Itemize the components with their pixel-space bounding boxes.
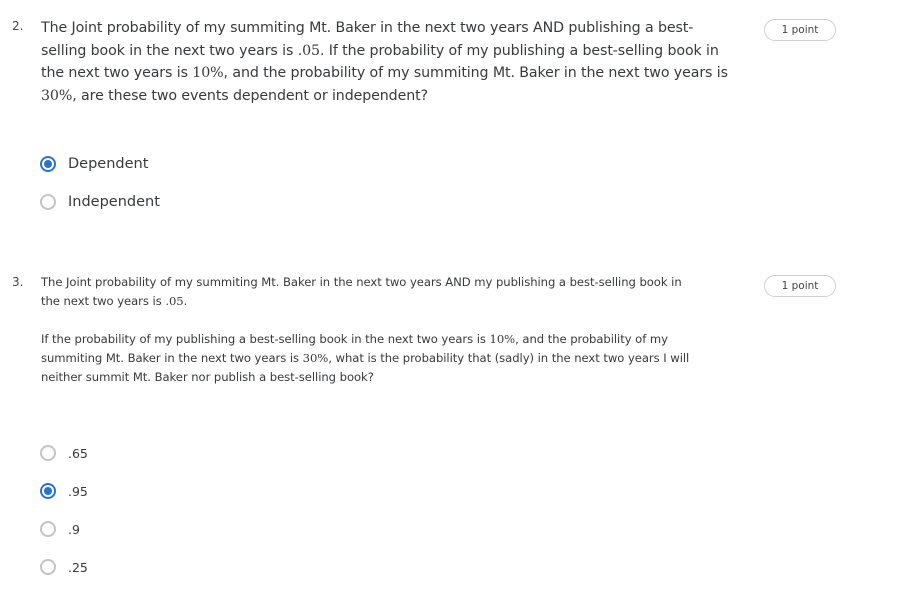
question-line: The Joint probability of my summiting Mt… <box>41 17 728 40</box>
answer-option[interactable]: .25 <box>40 557 88 577</box>
text-segment: the next two years is <box>41 65 193 82</box>
option-label: Dependent <box>68 156 149 172</box>
text-segment: , and the probability of my summiting Mt… <box>223 65 728 82</box>
question-number: 2. <box>12 19 24 33</box>
radio-unselected-icon[interactable] <box>40 445 56 461</box>
radio-selected-icon[interactable] <box>40 483 56 499</box>
radio-unselected-icon[interactable] <box>40 559 56 575</box>
question-line: neither summit Mt. Baker nor publish a b… <box>41 368 689 387</box>
option-label: Independent <box>68 194 160 210</box>
question-line: If the probability of my publishing a be… <box>41 330 689 349</box>
question-number: 3. <box>12 275 24 289</box>
question-text: The Joint probability of my summiting Mt… <box>41 17 728 108</box>
question-line: 30%, are these two events dependent or i… <box>41 85 728 108</box>
option-label: .65 <box>68 445 88 461</box>
radio-unselected-icon[interactable] <box>40 194 56 210</box>
text-segment: , and the probability of my <box>515 332 668 346</box>
text-segment: selling book in the next two years is <box>41 42 298 59</box>
text-segment: neither summit Mt. Baker nor publish a b… <box>41 370 374 384</box>
text-segment: . If the probability of my publishing a … <box>319 42 719 59</box>
text-segment: , are these two events dependent or inde… <box>72 88 428 105</box>
text-segment: , what is the probability that (sadly) i… <box>328 351 690 365</box>
text-segment: The Joint probability of my summiting Mt… <box>41 20 694 36</box>
math-expression: 30% <box>302 351 329 365</box>
answer-option[interactable]: .65 <box>40 443 88 463</box>
question-line: the next two years is .05. <box>41 292 689 311</box>
math-expression: .05 <box>297 42 320 59</box>
answer-option[interactable]: .95 <box>40 481 88 501</box>
text-segment: If the probability of my publishing a be… <box>41 332 490 346</box>
option-label: .9 <box>68 521 80 537</box>
question-line <box>41 311 689 330</box>
math-expression: 10% <box>489 332 516 346</box>
text-segment: The Joint probability of my summiting Mt… <box>41 275 682 289</box>
points-badge: 1 point <box>764 19 836 41</box>
text-segment: summiting Mt. Baker in the next two year… <box>41 351 303 365</box>
option-label: .95 <box>68 483 88 499</box>
option-label: .25 <box>68 559 88 575</box>
radio-unselected-icon[interactable] <box>40 521 56 537</box>
answer-option[interactable]: Independent <box>40 192 160 212</box>
math-expression: 30% <box>41 88 73 105</box>
question-line: selling book in the next two years is .0… <box>41 40 728 63</box>
radio-selected-icon[interactable] <box>40 156 56 172</box>
answer-option[interactable]: Dependent <box>40 154 148 174</box>
text-segment: . <box>183 294 188 308</box>
question-line: summiting Mt. Baker in the next two year… <box>41 349 689 368</box>
question-line: the next two years is 10%, and the proba… <box>41 62 728 85</box>
math-expression: .05 <box>165 294 184 308</box>
answer-option[interactable]: .9 <box>40 519 80 539</box>
math-expression: 10% <box>192 65 224 82</box>
points-badge: 1 point <box>764 275 836 297</box>
question-text: The Joint probability of my summiting Mt… <box>41 273 689 387</box>
question-line: The Joint probability of my summiting Mt… <box>41 273 689 292</box>
text-segment: the next two years is <box>41 294 166 308</box>
